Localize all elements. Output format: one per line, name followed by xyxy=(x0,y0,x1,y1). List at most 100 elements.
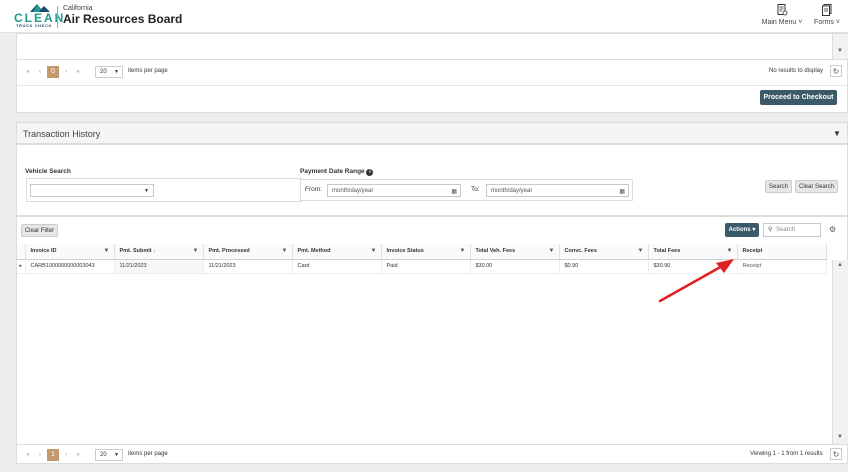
info-icon[interactable]: i xyxy=(366,169,374,176)
caret-down-icon: ▾ xyxy=(752,227,756,233)
transaction-history-header[interactable]: Transaction History ▼ xyxy=(16,122,848,144)
refresh-icon[interactable]: ↻ xyxy=(830,65,842,77)
page-size-select[interactable]: 20 ▼ xyxy=(95,66,123,78)
first-page-icon[interactable]: « xyxy=(23,450,33,460)
receipt-link[interactable]: Receipt xyxy=(743,263,762,269)
caret-down-icon: ▼ xyxy=(114,452,119,458)
main-menu-icon xyxy=(777,4,787,16)
org-name: Air Resources Board xyxy=(63,12,183,26)
vehicle-search-label: Vehicle Search xyxy=(25,168,71,175)
cart-scrollbar[interactable]: ▼ xyxy=(832,34,848,59)
col-convc-fees[interactable]: Convc. Fees ▼ xyxy=(559,244,649,260)
payment-date-range-label: Payment Date Range i xyxy=(300,168,374,176)
cell-convc-fees: $0.90 xyxy=(559,259,649,274)
collapse-caret-icon[interactable]: ▼ xyxy=(833,129,841,138)
vehicle-search-box: ▼ xyxy=(26,178,302,202)
first-page-icon[interactable]: « xyxy=(23,67,33,77)
clear-filter-button[interactable]: Clear Filter xyxy=(21,224,58,237)
scroll-down-icon[interactable]: ▼ xyxy=(837,434,843,440)
col-pmt-submit[interactable]: Pmt. Submit ↓ ▼ xyxy=(114,244,204,260)
chevron-down-icon: ˅ xyxy=(833,19,840,26)
calendar-icon[interactable]: ▦ xyxy=(451,186,457,198)
forms-button[interactable]: Forms ˅ xyxy=(812,4,842,26)
main-menu-button[interactable]: Main Menu ˅ xyxy=(760,4,804,26)
scroll-up-icon[interactable]: ▲ xyxy=(837,262,843,268)
last-page-icon[interactable]: » xyxy=(73,450,83,460)
grid-search-input[interactable]: ⚲ Search xyxy=(763,223,821,237)
to-date-input[interactable]: month/day/year ▦ xyxy=(486,184,629,197)
divider xyxy=(17,59,848,60)
items-per-page-label: items per page xyxy=(128,68,168,74)
filter-icon[interactable]: ▼ xyxy=(549,248,555,254)
from-date-placeholder: month/day/year xyxy=(332,188,374,194)
items-per-page-label: items per page xyxy=(128,451,168,457)
col-receipt: Receipt xyxy=(737,244,827,260)
cell-invoice-status: Paid xyxy=(381,259,471,274)
search-button[interactable]: Search xyxy=(765,180,792,193)
divider xyxy=(17,444,848,445)
transaction-filter-panel: Vehicle Search ▼ Payment Date Range i Fr… xyxy=(16,144,848,216)
vehicle-search-select[interactable]: ▼ xyxy=(30,184,154,197)
filter-icon[interactable]: ▼ xyxy=(727,248,733,254)
filter-icon[interactable]: ▼ xyxy=(638,248,644,254)
expand-column-header xyxy=(17,244,26,260)
logo-subtext: TRUCK CHECK xyxy=(16,23,52,28)
payment-date-box: From: month/day/year ▦ To: month/day/yea… xyxy=(300,179,633,201)
divider xyxy=(17,85,848,86)
transaction-grid-panel: Clear Filter Actions ▾ ⚲ Search ⚙ Invoic… xyxy=(16,216,848,464)
chevron-down-icon: ˅ xyxy=(796,19,803,26)
actions-button[interactable]: Actions ▾ xyxy=(725,223,759,237)
settings-gear-icon[interactable]: ⚙ xyxy=(829,225,836,234)
expand-row-icon[interactable]: ▸ xyxy=(17,259,26,274)
next-page-icon[interactable]: › xyxy=(61,67,71,77)
filter-icon[interactable]: ▼ xyxy=(104,248,110,254)
forms-icon xyxy=(822,4,832,16)
forms-label: Forms xyxy=(814,19,834,26)
transaction-history-title: Transaction History xyxy=(23,129,101,139)
scroll-down-icon[interactable]: ▼ xyxy=(837,48,843,54)
search-icon: ⚲ xyxy=(768,227,773,233)
last-page-icon[interactable]: » xyxy=(73,67,83,77)
app-header: CLEAN TRUCK CHECK California Air Resourc… xyxy=(0,0,848,33)
caret-down-icon: ▼ xyxy=(114,69,119,75)
cell-total-veh-fees: $30.00 xyxy=(470,259,560,274)
cell-pmt-processed: 11/21/2023 xyxy=(203,259,293,274)
current-page[interactable]: 1 xyxy=(47,449,59,461)
refresh-icon[interactable]: ↻ xyxy=(830,448,842,460)
clear-search-button[interactable]: Clear Search xyxy=(795,180,838,193)
page-size-select[interactable]: 20 ▼ xyxy=(95,449,123,461)
col-invoice-status[interactable]: Invoice Status ▼ xyxy=(381,244,471,260)
sort-desc-icon: ↓ xyxy=(153,248,156,255)
filter-icon[interactable]: ▼ xyxy=(193,248,199,254)
filter-icon[interactable]: ▼ xyxy=(371,248,377,254)
pager-status: Viewing 1 - 1 from 1 results xyxy=(750,451,823,457)
col-total-veh-fees[interactable]: Total Veh. Fees ▼ xyxy=(470,244,560,260)
annotation-arrow-icon xyxy=(658,259,734,303)
grid-search-placeholder: Search xyxy=(776,227,796,233)
logo-divider xyxy=(57,6,58,28)
from-date-input[interactable]: month/day/year ▦ xyxy=(327,184,461,197)
main-menu-label: Main Menu xyxy=(761,19,797,26)
cell-receipt[interactable]: Receipt xyxy=(737,259,827,274)
filter-icon[interactable]: ▼ xyxy=(282,248,288,254)
next-page-icon[interactable]: › xyxy=(61,450,71,460)
calendar-icon[interactable]: ▦ xyxy=(619,186,625,198)
col-invoice-id[interactable]: Invoice ID ▼ xyxy=(25,244,115,260)
col-pmt-method[interactable]: Pmt. Method ▼ xyxy=(292,244,382,260)
page-size-value: 20 xyxy=(100,69,107,75)
to-label: To: xyxy=(471,186,480,193)
col-pmt-processed[interactable]: Pmt. Processed ▼ xyxy=(203,244,293,260)
from-label: From: xyxy=(305,186,322,193)
pager-status: No results to display xyxy=(769,68,824,74)
cell-invoice-id: CARB1000000000003043 xyxy=(25,259,115,274)
prev-page-icon[interactable]: ‹ xyxy=(35,450,45,460)
caret-down-icon: ▼ xyxy=(144,188,149,194)
cart-panel: ▼ « ‹ 0 › » 20 ▼ items per page No resul… xyxy=(16,33,848,113)
org-state: California xyxy=(63,5,93,12)
current-page[interactable]: 0 xyxy=(47,66,59,78)
prev-page-icon[interactable]: ‹ xyxy=(35,67,45,77)
filter-icon[interactable]: ▼ xyxy=(460,248,466,254)
proceed-to-checkout-button[interactable]: Proceed to Checkout xyxy=(760,90,837,105)
page-size-value: 20 xyxy=(100,452,107,458)
grid-scrollbar[interactable]: ▲ ▼ xyxy=(832,260,848,444)
